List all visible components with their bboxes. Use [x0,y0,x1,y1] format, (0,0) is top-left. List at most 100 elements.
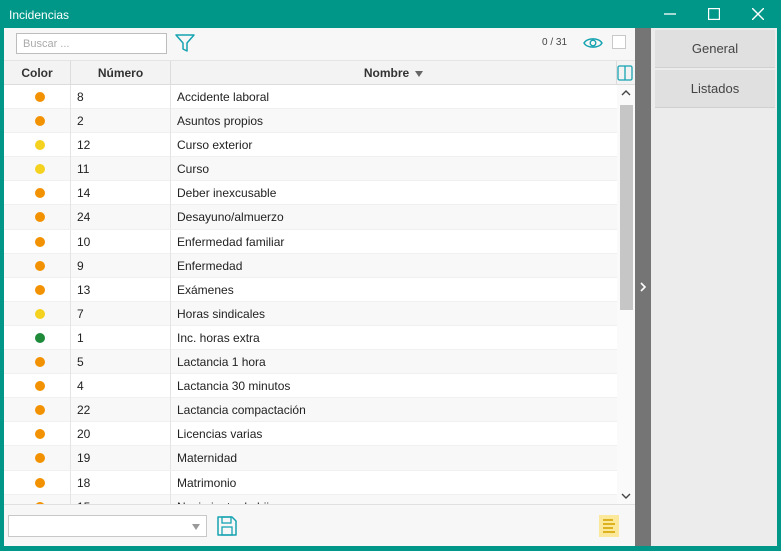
color-cell [4,422,71,447]
numero-cell: 8 [71,85,171,109]
minimize-icon [664,13,676,15]
select-all-checkbox[interactable] [612,35,626,49]
nombre-cell: Maternidad [177,451,238,466]
nombre-cell: Enfermedad [177,258,243,273]
color-dot [35,140,45,151]
table-row[interactable]: 13 Exámenes [4,277,617,302]
color-dot [35,92,45,102]
list-icon[interactable] [599,515,619,537]
numero-cell: 11 [71,157,171,182]
minimize-button[interactable] [648,0,692,28]
table-row[interactable]: 7 Horas sindicales [4,301,617,326]
color-cell [4,301,71,326]
numero-cell: 7 [71,301,171,326]
nombre-cell: Lactancia 30 minutos [177,379,291,394]
grid-footer [4,504,635,546]
color-cell [4,325,71,350]
color-dot [35,260,45,271]
panel-splitter[interactable] [635,28,651,546]
column-header-nombre-label: Nombre [363,66,410,80]
record-count: 0 / 31 [542,37,568,48]
color-cell [4,109,71,134]
grid-rows: 8 Accidente laboral 2 Asuntos propios 12 Curs… [4,85,617,504]
scrollbar-thumb[interactable] [620,105,633,310]
color-cell [4,277,71,302]
table-row[interactable]: 14 Deber inexcusable [4,181,617,206]
incidencias-grid: Color Número Nombre 8 Accidente laboral 2 A… [4,61,635,504]
color-dot [35,188,45,199]
table-row[interactable]: 15Nacimiento de hijo [4,494,617,504]
numero-cell: 22 [71,398,171,423]
table-row[interactable]: 22 Lactancia compactación [4,398,617,423]
color-cell [4,470,71,495]
app-window: Incidencias 0 / 31 [0,0,781,551]
search-input[interactable] [16,33,167,54]
numero-cell: 5 [71,350,171,375]
column-header-nombre[interactable]: Nombre [171,61,617,85]
view-select[interactable] [8,515,207,537]
grid-toolbar: 0 / 31 [4,28,635,61]
color-cell [4,374,71,399]
sidebar-item-general[interactable]: General [655,30,775,68]
close-button[interactable] [736,0,780,28]
numero-cell: 1 [71,325,171,350]
column-header-color[interactable]: Color [4,61,71,85]
table-row[interactable]: 19 Maternidad [4,446,617,471]
numero-cell: 13 [71,277,171,302]
color-cell [4,157,71,182]
vertical-scrollbar[interactable] [617,85,635,504]
scroll-down-icon[interactable] [617,488,635,504]
title-bar[interactable]: Incidencias [0,0,781,28]
scroll-up-icon[interactable] [617,85,635,101]
nombre-cell: Deber inexcusable [177,186,277,201]
table-row[interactable]: 2 Asuntos propios [4,109,617,134]
table-row[interactable]: 10 Enfermedad familiar [4,229,617,254]
table-row[interactable]: 24 Desayuno/almuerzo [4,205,617,230]
nombre-cell: Asuntos propios [177,114,264,129]
color-cell [4,229,71,254]
numero-cell: 10 [71,229,171,254]
table-row[interactable]: 1 Inc. horas extra [4,325,617,351]
color-cell [4,205,71,230]
eye-icon[interactable] [583,35,603,51]
color-dot [35,236,45,247]
color-cell [4,446,71,471]
color-dot [35,212,45,223]
table-row[interactable]: 4 Lactancia 30 minutos [4,374,617,399]
columns-icon[interactable] [617,65,633,81]
nombre-cell: Enfermedad familiar [177,234,285,249]
color-dot [35,116,45,127]
table-row[interactable]: 5 Lactancia 1 hora [4,350,617,375]
color-dot [35,308,45,319]
table-row[interactable]: 8 Accidente laboral [4,85,617,110]
nombre-cell: Desayuno/almuerzo [177,210,284,225]
chevron-right-icon[interactable] [638,280,648,294]
save-icon[interactable] [216,515,238,537]
side-panel: General Listados [651,28,777,546]
main-pane: 0 / 31 Color Número Nombre 8Acci [4,28,635,546]
color-dot [35,284,45,295]
color-dot [35,453,45,464]
maximize-button[interactable] [692,0,736,28]
color-cell [4,350,71,375]
color-dot [35,477,45,488]
column-header-numero[interactable]: Número [71,61,171,85]
numero-cell: 9 [71,253,171,278]
table-row[interactable]: 9 Enfermedad [4,253,617,278]
color-cell [4,253,71,278]
numero-cell: 20 [71,422,171,447]
numero-cell: 19 [71,446,171,471]
table-row[interactable]: 12 Curso exterior [4,133,617,158]
close-icon [752,8,764,20]
table-row[interactable]: 18 Matrimonio [4,470,617,495]
filter-icon[interactable] [174,32,196,54]
numero-cell: 4 [71,374,171,399]
nombre-cell: Lactancia compactación [177,403,306,418]
sidebar-item-listados[interactable]: Listados [655,70,775,108]
chevron-down-icon [192,524,200,530]
table-row[interactable]: 11 Curso [4,157,617,182]
nombre-cell: Curso exterior [177,138,253,153]
table-row[interactable]: 20 Licencias varias [4,422,617,447]
numero-cell: 24 [71,205,171,230]
numero-cell: 15 [71,494,171,504]
